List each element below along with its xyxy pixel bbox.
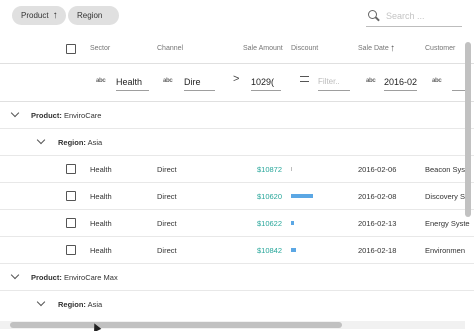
channel-cell: Direct — [157, 219, 177, 228]
equals-operator-icon[interactable] — [300, 76, 309, 82]
column-header-sale-date[interactable]: Sale Date — [358, 45, 389, 52]
date-cell: 2016-02-18 — [358, 246, 397, 255]
group-chip-product[interactable]: Product ↑ — [12, 6, 66, 25]
channel-cell: Direct — [157, 192, 177, 201]
group-label: Product: EnviroCare Max — [31, 273, 118, 282]
group-row-region[interactable]: Region: Asia — [0, 291, 474, 318]
chevron-down-icon[interactable] — [36, 297, 46, 307]
customer-cell: Beacon Syst — [425, 165, 468, 174]
column-header-discount[interactable]: Discount — [291, 45, 318, 52]
table-row[interactable]: Health Direct $10620 2016-02-08 Discover… — [0, 183, 474, 210]
group-row-product[interactable]: Product: EnviroCare Max — [0, 264, 474, 291]
customer-cell: Energy Syste — [425, 219, 470, 228]
customer-filter-input[interactable] — [452, 74, 466, 91]
horizontal-scrollbar[interactable] — [0, 321, 465, 329]
header-row: Sector Channel Sale Amount Discount Sale… — [0, 36, 474, 64]
vertical-scrollbar-thumb[interactable] — [465, 42, 471, 217]
column-header-channel[interactable]: Channel — [157, 45, 183, 52]
column-header-sale-amount[interactable]: Sale Amount — [243, 45, 283, 52]
sector-cell: Health — [90, 165, 112, 174]
sector-cell: Health — [90, 219, 112, 228]
text-filter-icon[interactable]: abc — [163, 78, 173, 84]
chevron-down-icon[interactable] — [36, 135, 46, 145]
filter-row: abc Health abc Dire > 1029( Filter.. abc… — [0, 64, 474, 102]
discount-filter-input[interactable]: Filter.. — [318, 74, 350, 91]
horizontal-scrollbar-thumb[interactable] — [10, 322, 342, 328]
vertical-scrollbar[interactable] — [465, 42, 471, 319]
column-header-customer[interactable]: Customer — [425, 45, 455, 52]
table-row[interactable]: Health Direct $10842 2016-02-18 Environm… — [0, 237, 474, 264]
select-all-checkbox[interactable] — [66, 44, 76, 54]
group-row-product[interactable]: Product: EnviroCare — [0, 102, 474, 129]
sector-cell: Health — [90, 192, 112, 201]
search-icon — [367, 9, 381, 23]
amount-cell: $10872 — [257, 165, 283, 174]
search-input[interactable] — [386, 10, 456, 21]
channel-cell: Direct — [157, 246, 177, 255]
amount-cell: $10622 — [257, 219, 283, 228]
group-chip-region[interactable]: Region — [68, 6, 119, 25]
table-row[interactable]: Health Direct $10622 2016-02-13 Energy S… — [0, 210, 474, 237]
text-filter-icon[interactable]: abc — [366, 78, 376, 84]
text-filter-icon[interactable]: abc — [432, 78, 442, 84]
search-box — [366, 5, 462, 27]
sector-cell: Health — [90, 246, 112, 255]
group-chip-product-label: Product — [21, 11, 49, 20]
group-label: Region: Asia — [58, 138, 103, 147]
date-cell: 2016-02-08 — [358, 192, 397, 201]
table-row[interactable]: Health Direct $10872 2016-02-06 Beacon S… — [0, 156, 474, 183]
chevron-down-icon[interactable] — [10, 270, 20, 280]
customer-cell: Discovery S — [425, 192, 466, 201]
group-chip-region-label: Region — [77, 11, 103, 20]
discount-bar — [291, 221, 294, 225]
channel-filter-input[interactable]: Dire — [184, 74, 215, 91]
amount-filter-input[interactable]: 1029( — [251, 74, 281, 91]
date-filter-input[interactable]: 2016-02 — [384, 74, 417, 91]
amount-cell: $10842 — [257, 246, 283, 255]
group-row-region[interactable]: Region: Asia — [0, 129, 474, 156]
amount-cell: $10620 — [257, 192, 283, 201]
sector-filter-input[interactable]: Health — [116, 74, 149, 91]
column-header-sector[interactable]: Sector — [90, 45, 110, 52]
sort-ascending-icon: ↑ — [390, 43, 395, 54]
text-filter-icon[interactable]: abc — [96, 78, 106, 84]
discount-bar — [291, 248, 296, 252]
group-label: Product: EnviroCare — [31, 111, 102, 120]
row-checkbox[interactable] — [66, 245, 76, 255]
group-label: Region: Asia — [58, 300, 103, 309]
channel-cell: Direct — [157, 165, 177, 174]
chevron-down-icon[interactable] — [10, 108, 20, 118]
date-cell: 2016-02-13 — [358, 219, 397, 228]
row-checkbox[interactable] — [66, 191, 76, 201]
sort-ascending-icon: ↑ — [52, 9, 58, 21]
greater-than-operator-icon[interactable]: > — [233, 73, 239, 85]
discount-bar — [291, 167, 292, 171]
date-cell: 2016-02-06 — [358, 165, 397, 174]
data-grid: Sector Channel Sale Amount Discount Sale… — [0, 36, 474, 331]
row-checkbox[interactable] — [66, 164, 76, 174]
customer-cell: Environmen — [425, 246, 466, 255]
row-checkbox[interactable] — [66, 218, 76, 228]
discount-bar — [291, 194, 313, 198]
